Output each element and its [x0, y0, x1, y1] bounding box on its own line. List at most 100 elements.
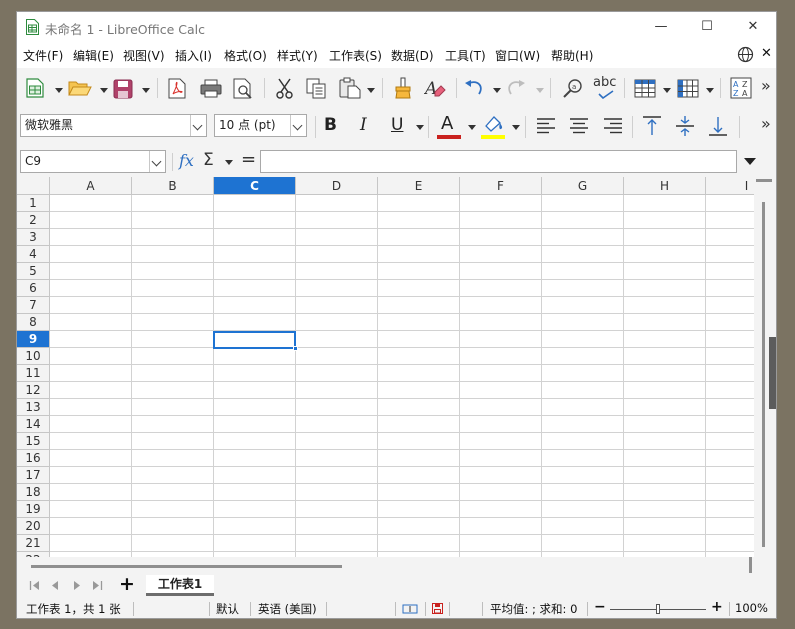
- column-header[interactable]: A: [50, 177, 132, 195]
- find-replace-icon[interactable]: a: [562, 77, 584, 99]
- sort-icon[interactable]: AZZA: [730, 77, 752, 99]
- column-header[interactable]: E: [378, 177, 460, 195]
- underline-button[interactable]: U: [391, 115, 403, 135]
- new-dropdown-icon[interactable]: [55, 88, 63, 93]
- clone-formatting-icon[interactable]: [394, 77, 412, 99]
- cut-icon[interactable]: [275, 78, 294, 99]
- zoom-slider[interactable]: [610, 604, 706, 614]
- first-sheet-icon[interactable]: [29, 580, 40, 591]
- undo-icon[interactable]: [464, 80, 484, 97]
- format-overflow-button[interactable]: »: [761, 114, 771, 133]
- menu-view[interactable]: 视图(V): [123, 47, 165, 64]
- menu-file[interactable]: 文件(F): [23, 47, 63, 64]
- cell-grid[interactable]: ABCDEFGHI 1 2 3 4 5 6 7 8 9 10 11 12 13 14 15 16 17 18 19 2…: [17, 177, 754, 557]
- select-all-corner[interactable]: [17, 177, 50, 195]
- row-insert-icon[interactable]: [634, 79, 656, 98]
- row-header[interactable]: 14: [17, 416, 50, 433]
- document-modified-icon[interactable]: [432, 603, 443, 614]
- page-style[interactable]: 默认: [216, 601, 239, 617]
- close-button[interactable]: ✕: [730, 12, 776, 42]
- cell-cursor[interactable]: [213, 331, 296, 349]
- save-dropdown-icon[interactable]: [142, 88, 150, 93]
- new-spreadsheet-icon[interactable]: [26, 78, 44, 98]
- align-middle-icon[interactable]: [675, 115, 695, 137]
- spelling-icon[interactable]: abc: [593, 75, 616, 90]
- row-header[interactable]: 8: [17, 314, 50, 331]
- menu-window[interactable]: 窗口(W): [495, 47, 540, 64]
- save-icon[interactable]: [113, 79, 133, 99]
- sidebar-toggle-handle[interactable]: [769, 337, 776, 409]
- menu-edit[interactable]: 编辑(E): [73, 47, 114, 64]
- align-bottom-icon[interactable]: [708, 115, 728, 137]
- row-header[interactable]: 5: [17, 263, 50, 280]
- column-dropdown-icon[interactable]: [706, 88, 714, 93]
- open-folder-icon[interactable]: [68, 80, 92, 97]
- row-header[interactable]: 1: [17, 195, 50, 212]
- column-header[interactable]: B: [132, 177, 214, 195]
- menu-sheet[interactable]: 工作表(S): [329, 47, 382, 64]
- formula-equals-icon[interactable]: =: [241, 149, 256, 170]
- redo-icon[interactable]: [506, 80, 526, 97]
- name-box[interactable]: C9: [20, 150, 166, 173]
- zoom-level[interactable]: 100%: [735, 601, 768, 615]
- add-sheet-button[interactable]: +: [119, 573, 135, 595]
- bold-button[interactable]: B: [324, 115, 337, 135]
- column-header[interactable]: I: [706, 177, 754, 195]
- column-insert-icon[interactable]: [677, 79, 699, 98]
- align-center-icon[interactable]: [569, 117, 589, 135]
- italic-button[interactable]: I: [360, 115, 367, 135]
- row-header[interactable]: 2: [17, 212, 50, 229]
- copy-icon[interactable]: [306, 78, 327, 99]
- underline-dropdown-icon[interactable]: [416, 125, 424, 130]
- row-header[interactable]: 4: [17, 246, 50, 263]
- column-header[interactable]: C: [214, 177, 296, 195]
- vertical-scrollbar[interactable]: [754, 177, 776, 557]
- align-top-icon[interactable]: [642, 115, 662, 137]
- row-header[interactable]: 15: [17, 433, 50, 450]
- row-header[interactable]: 10: [17, 348, 50, 365]
- minimize-button[interactable]: —: [638, 12, 684, 42]
- menu-data[interactable]: 数据(D): [391, 47, 434, 64]
- row-header[interactable]: 18: [17, 484, 50, 501]
- column-header[interactable]: D: [296, 177, 378, 195]
- function-wizard-icon[interactable]: fx: [179, 151, 194, 170]
- row-header[interactable]: 13: [17, 399, 50, 416]
- horizontal-scroll-track[interactable]: [31, 565, 342, 568]
- sum-icon[interactable]: Σ: [203, 150, 214, 170]
- zoom-out-button[interactable]: −: [594, 599, 606, 615]
- close-document-icon[interactable]: ✕: [761, 46, 772, 61]
- row-header[interactable]: 12: [17, 382, 50, 399]
- fill-handle[interactable]: [293, 346, 298, 351]
- row-header[interactable]: 6: [17, 280, 50, 297]
- chevron-down-icon[interactable]: [290, 115, 306, 136]
- paste-dropdown-icon[interactable]: [367, 88, 375, 93]
- undo-dropdown-icon[interactable]: [493, 88, 501, 93]
- clear-formatting-icon[interactable]: A: [424, 78, 446, 99]
- menu-format[interactable]: 格式(O): [224, 47, 267, 64]
- menu-help[interactable]: 帮助(H): [551, 47, 593, 64]
- row-header[interactable]: 11: [17, 365, 50, 382]
- selection-mode-icon[interactable]: [402, 604, 418, 614]
- menu-insert[interactable]: 插入(I): [175, 47, 212, 64]
- highlight-dropdown-icon[interactable]: [512, 125, 520, 130]
- print-preview-icon[interactable]: [233, 78, 253, 99]
- maximize-button[interactable]: ☐: [684, 12, 730, 42]
- sheet-tab[interactable]: 工作表1: [146, 575, 214, 596]
- row-header[interactable]: 21: [17, 535, 50, 552]
- highlight-icon[interactable]: [481, 114, 505, 134]
- row-header[interactable]: 3: [17, 229, 50, 246]
- zoom-slider-thumb[interactable]: [656, 604, 660, 614]
- language-status[interactable]: 英语 (美国): [258, 601, 317, 617]
- column-header[interactable]: H: [624, 177, 706, 195]
- menu-tools[interactable]: 工具(T): [445, 47, 486, 64]
- align-left-icon[interactable]: [536, 117, 556, 135]
- row-header[interactable]: 7: [17, 297, 50, 314]
- row-header[interactable]: 19: [17, 501, 50, 518]
- export-pdf-icon[interactable]: [168, 78, 186, 99]
- chevron-down-icon[interactable]: [190, 115, 206, 136]
- chevron-down-icon[interactable]: [149, 151, 165, 172]
- menu-styles[interactable]: 样式(Y): [277, 47, 318, 64]
- row-header[interactable]: 20: [17, 518, 50, 535]
- horizontal-scroll-splitter[interactable]: [749, 557, 752, 573]
- font-name-box[interactable]: 微软雅黑: [20, 114, 207, 137]
